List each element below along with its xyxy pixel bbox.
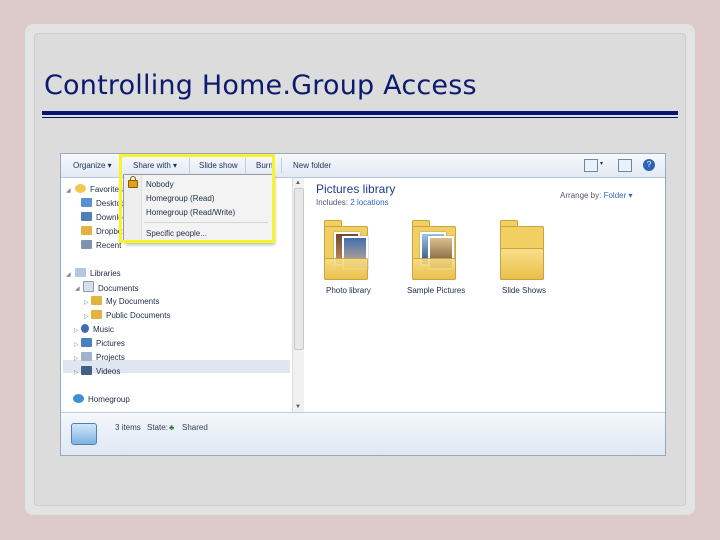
toolbar-separator bbox=[281, 158, 282, 173]
pictures-icon bbox=[81, 338, 92, 347]
folder-icon bbox=[91, 310, 102, 319]
help-icon[interactable]: ? bbox=[643, 159, 655, 171]
videos-icon bbox=[81, 366, 92, 375]
nav-item-label: Public Documents bbox=[106, 311, 171, 320]
expand-arrow-icon[interactable]: ▷ bbox=[74, 355, 79, 362]
folder-sample-pictures[interactable] bbox=[412, 218, 456, 280]
library-includes: Includes: 2 locations bbox=[316, 198, 389, 207]
nav-item-public-documents[interactable]: Public Documents bbox=[91, 309, 170, 322]
expand-arrow-icon[interactable]: ▷ bbox=[84, 313, 89, 320]
collapse-arrow-icon[interactable]: ◢ bbox=[66, 271, 71, 278]
nav-item-pictures[interactable]: Pictures bbox=[81, 337, 125, 350]
expand-arrow-icon[interactable]: ▷ bbox=[74, 341, 79, 348]
folder-icon bbox=[91, 296, 102, 305]
state-label: State: bbox=[147, 423, 168, 432]
nav-libraries-label: Libraries bbox=[90, 269, 121, 278]
nav-favorites[interactable]: Favorites bbox=[75, 183, 123, 196]
nav-item-documents[interactable]: Documents bbox=[83, 281, 138, 294]
folder-front bbox=[500, 248, 544, 280]
downloads-icon bbox=[81, 212, 92, 221]
nav-item-label: Documents bbox=[98, 284, 139, 293]
preview-pane-icon[interactable] bbox=[618, 159, 632, 172]
collapse-arrow-icon[interactable]: ◢ bbox=[75, 285, 80, 292]
arrange-dropdown[interactable]: Folder ▾ bbox=[604, 191, 633, 200]
title-underline-thin bbox=[42, 117, 678, 118]
item-count: 3 items bbox=[115, 423, 141, 432]
locations-link[interactable]: 2 locations bbox=[350, 198, 388, 207]
scroll-up-icon[interactable]: ▲ bbox=[295, 180, 301, 186]
folder-front bbox=[412, 258, 456, 280]
nav-item-projects[interactable]: Projects bbox=[81, 351, 125, 364]
documents-icon bbox=[83, 281, 94, 292]
folder-front bbox=[324, 258, 368, 280]
folder-slide-shows[interactable] bbox=[500, 218, 544, 280]
scroll-down-icon[interactable]: ▼ bbox=[295, 404, 301, 410]
nav-item-label: My Documents bbox=[106, 297, 160, 306]
nav-item-videos[interactable]: Videos bbox=[81, 365, 120, 378]
new-folder-button[interactable]: New folder bbox=[293, 161, 331, 170]
includes-label: Includes: bbox=[316, 198, 349, 207]
state-value: Shared bbox=[182, 423, 208, 432]
library-details-icon bbox=[71, 423, 97, 445]
nav-item-recent[interactable]: Recent bbox=[81, 239, 121, 252]
nav-item-label: Projects bbox=[96, 353, 125, 362]
folder-label[interactable]: Photo library bbox=[326, 286, 371, 295]
collapse-arrow-icon[interactable]: ◢ bbox=[66, 187, 71, 194]
organize-menu[interactable]: Organize ▾ bbox=[73, 161, 112, 170]
nav-item-my-documents[interactable]: My Documents bbox=[91, 295, 159, 308]
desktop-icon bbox=[81, 198, 92, 207]
nav-item-music[interactable]: Music bbox=[81, 323, 114, 336]
arrange-by: Arrange by: Folder ▾ bbox=[560, 191, 633, 200]
folder-photo-library[interactable] bbox=[324, 218, 368, 280]
expand-arrow-icon[interactable]: ▷ bbox=[74, 327, 79, 334]
star-icon bbox=[75, 184, 86, 193]
nav-libraries[interactable]: Libraries bbox=[75, 267, 121, 280]
view-options-icon[interactable] bbox=[584, 159, 598, 172]
expand-arrow-icon[interactable]: ▷ bbox=[84, 299, 89, 306]
details-pane: 3 items State: ♣ Shared bbox=[61, 412, 665, 455]
shared-icon: ♣ bbox=[169, 423, 175, 432]
folder-label[interactable]: Sample Pictures bbox=[407, 286, 465, 295]
library-title: Pictures library bbox=[316, 182, 396, 196]
nav-homegroup-label: Homegroup bbox=[88, 395, 130, 404]
homegroup-icon bbox=[73, 394, 84, 403]
content-pane: Pictures library Includes: 2 locations A… bbox=[304, 178, 665, 412]
libraries-icon bbox=[75, 268, 86, 277]
slide-title: Controlling Home.Group Access bbox=[44, 70, 477, 101]
folder-icon bbox=[81, 226, 92, 235]
projects-icon bbox=[81, 352, 92, 361]
nav-item-label: Pictures bbox=[96, 339, 125, 348]
nav-homegroup[interactable]: Homegroup bbox=[73, 393, 130, 406]
scroll-thumb[interactable] bbox=[294, 188, 304, 350]
view-dropdown-icon[interactable]: ▾ bbox=[600, 160, 603, 167]
arrange-label: Arrange by: bbox=[560, 191, 602, 200]
nav-item-label: Recent bbox=[96, 241, 122, 250]
music-icon bbox=[81, 324, 89, 333]
nav-scrollbar[interactable]: ▲ ▼ bbox=[292, 178, 304, 412]
expand-arrow-icon[interactable]: ▷ bbox=[74, 369, 79, 376]
title-underline bbox=[42, 111, 678, 115]
folder-label[interactable]: Slide Shows bbox=[502, 286, 546, 295]
share-menu-highlight bbox=[119, 154, 275, 243]
recent-places-icon bbox=[81, 240, 92, 249]
nav-item-label: Music bbox=[93, 325, 114, 334]
nav-item-label: Videos bbox=[96, 367, 121, 376]
nav-favorites-label: Favorites bbox=[90, 185, 123, 194]
